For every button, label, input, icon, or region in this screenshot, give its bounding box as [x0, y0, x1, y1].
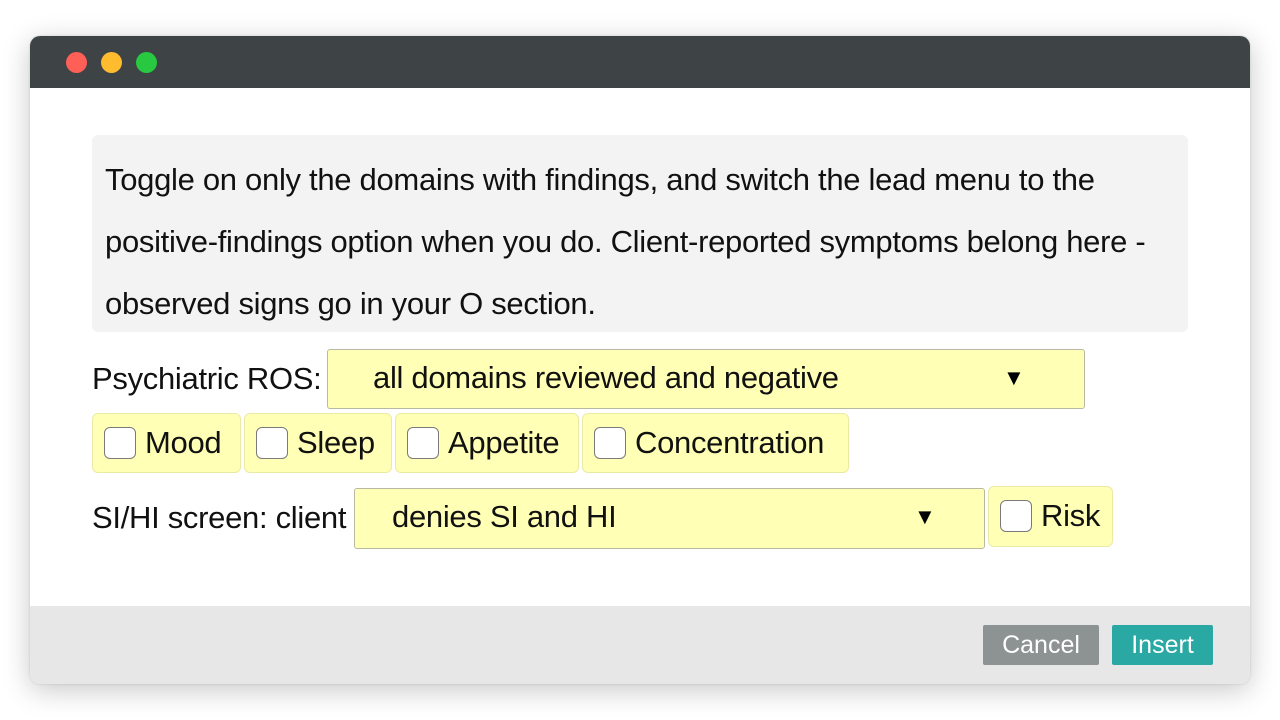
- psychiatric-ros-select[interactable]: all domains reviewed and negative ▼: [327, 349, 1085, 409]
- dropdown-arrow-icon: ▼: [1003, 365, 1025, 390]
- psychiatric-ros-selected-value: all domains reviewed and negative: [373, 360, 839, 395]
- si-hi-select[interactable]: denies SI and HI ▼: [354, 488, 985, 549]
- domain-sleep-label: Sleep: [297, 425, 375, 460]
- domain-appetite-label: Appetite: [448, 425, 560, 460]
- maximize-window-button[interactable]: [136, 52, 157, 73]
- risk-toggle[interactable]: Risk: [988, 486, 1113, 547]
- dropdown-arrow-icon: ▼: [914, 504, 936, 529]
- domain-sleep-toggle[interactable]: Sleep: [244, 413, 392, 473]
- title-bar: [30, 36, 1250, 88]
- checkbox-icon[interactable]: [594, 427, 626, 459]
- checkbox-icon[interactable]: [104, 427, 136, 459]
- close-window-button[interactable]: [66, 52, 87, 73]
- checkbox-icon[interactable]: [1000, 500, 1032, 532]
- cancel-button[interactable]: Cancel: [983, 625, 1099, 665]
- minimize-window-button[interactable]: [101, 52, 122, 73]
- instructions-text: Toggle on only the domains with findings…: [92, 135, 1188, 332]
- psychiatric-ros-label: Psychiatric ROS:: [92, 361, 322, 396]
- dialog-footer: Cancel Insert: [30, 606, 1250, 684]
- domain-appetite-toggle[interactable]: Appetite: [395, 413, 579, 473]
- dialog-window: Toggle on only the domains with findings…: [30, 36, 1250, 684]
- si-hi-screen-label: SI/HI screen: client: [92, 500, 347, 535]
- checkbox-icon[interactable]: [256, 427, 288, 459]
- risk-label: Risk: [1041, 498, 1101, 533]
- domain-mood-label: Mood: [145, 425, 222, 460]
- insert-button[interactable]: Insert: [1112, 625, 1213, 665]
- domain-concentration-label: Concentration: [635, 425, 825, 460]
- checkbox-icon[interactable]: [407, 427, 439, 459]
- si-hi-selected-value: denies SI and HI: [392, 499, 617, 534]
- domain-mood-toggle[interactable]: Mood: [92, 413, 241, 473]
- domain-concentration-toggle[interactable]: Concentration: [582, 413, 849, 473]
